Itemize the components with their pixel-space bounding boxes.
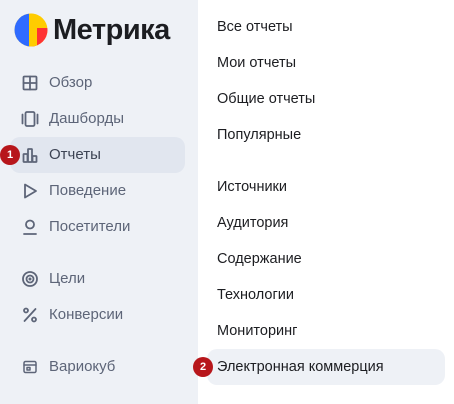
percent-icon (23, 307, 37, 323)
menu-item-label: Источники (217, 179, 288, 195)
sidebar-item-conversions[interactable]: Конверсии (10, 297, 185, 333)
menu-item-label: Технологии (217, 287, 294, 303)
menu-item-ecommerce[interactable]: Электронная коммерция (207, 349, 445, 385)
sidebar-item-variocube[interactable]: Вариокуб (10, 349, 185, 385)
step-badge-2: 2 (193, 357, 213, 377)
menu-item-audience[interactable]: Аудитория (207, 205, 445, 241)
menu-item-shared-reports[interactable]: Общие отчеты (207, 81, 445, 117)
app-title: Метрика (53, 14, 170, 46)
cube-icon (23, 360, 37, 374)
menu-item-popular[interactable]: Популярные (207, 117, 445, 153)
target-icon (22, 271, 38, 287)
sidebar-item-label: Отчеты (49, 146, 101, 163)
dashboards-icon (21, 111, 39, 127)
sidebar-item-label: Конверсии (49, 306, 124, 323)
sidebar: Метрика Обзор Дашборды Отчеты 1 Поведени… (0, 0, 198, 404)
menu-item-label: Содержание (217, 251, 302, 267)
menu-item-my-reports[interactable]: Мои отчеты (207, 45, 445, 81)
sidebar-item-overview[interactable]: Обзор (10, 65, 185, 101)
sidebar-item-behavior[interactable]: Поведение (10, 173, 185, 209)
sidebar-item-goals[interactable]: Цели (10, 261, 185, 297)
user-icon (23, 219, 37, 235)
play-icon (24, 183, 37, 199)
menu-item-label: Электронная коммерция (217, 359, 384, 375)
step-badge-1: 1 (0, 145, 20, 165)
menu-item-label: Популярные (217, 127, 302, 143)
grid-icon (22, 75, 38, 91)
menu-item-monitoring[interactable]: Мониторинг (207, 313, 445, 349)
menu-item-all-reports[interactable]: Все отчеты (207, 9, 445, 45)
sidebar-item-label: Обзор (49, 74, 93, 91)
menu-item-content[interactable]: Содержание (207, 241, 445, 277)
menu-item-label: Все отчеты (217, 19, 293, 35)
menu-item-label: Мои отчеты (217, 55, 297, 71)
menu-item-label: Мониторинг (217, 323, 298, 339)
bar-chart-icon (22, 148, 38, 163)
menu-item-label: Общие отчеты (217, 91, 316, 107)
sidebar-item-label: Посетители (49, 218, 131, 235)
sidebar-item-label: Дашборды (49, 110, 124, 127)
menu-item-technology[interactable]: Технологии (207, 277, 445, 313)
sidebar-item-visitors[interactable]: Посетители (10, 209, 185, 245)
sidebar-item-dashboards[interactable]: Дашборды (10, 101, 185, 137)
sidebar-item-reports[interactable]: Отчеты (10, 137, 185, 173)
metrika-logo-icon (14, 13, 48, 47)
sidebar-item-label: Поведение (49, 182, 127, 199)
reports-menu-panel: Все отчеты Мои отчеты Общие отчеты Попул… (193, 0, 454, 404)
menu-item-label: Аудитория (217, 215, 289, 231)
menu-item-sources[interactable]: Источники (207, 169, 445, 205)
sidebar-item-label: Вариокуб (49, 358, 116, 375)
sidebar-item-label: Цели (49, 270, 86, 287)
metrika-logo[interactable]: Метрика (14, 12, 170, 48)
